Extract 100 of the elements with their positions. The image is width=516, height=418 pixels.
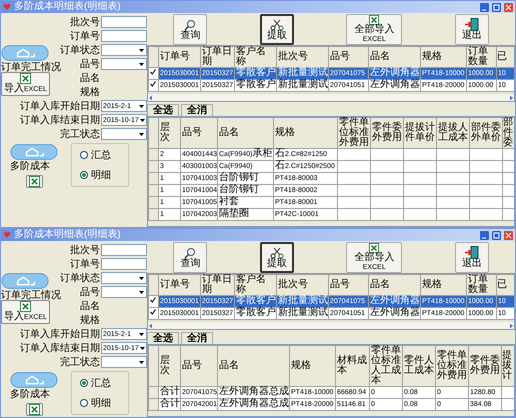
spreadsheet-icon — [20, 301, 31, 312]
check-cell[interactable] — [148, 80, 158, 92]
cloud-house-icon — [10, 143, 58, 161]
column-header: 提拔人工成本 — [436, 118, 470, 148]
table-cell: 新批量测试 — [276, 68, 328, 80]
column-header: 已 — [496, 46, 514, 68]
column-header: 订单日期 — [200, 46, 234, 68]
excel-button[interactable] — [26, 175, 42, 188]
text-field[interactable] — [101, 244, 147, 256]
field-label: 品号 — [80, 286, 101, 299]
spreadsheet-icon — [368, 242, 380, 252]
table-cell: 隔垫圈 — [218, 208, 274, 220]
cloud-button[interactable]: 多阶成本 — [10, 143, 58, 172]
column-header: 规格 — [420, 274, 466, 296]
check-cell[interactable] — [148, 68, 158, 80]
field-label: 订单号 — [70, 30, 101, 43]
search-icon — [184, 18, 196, 30]
toolbar-button[interactable]: 退出 — [454, 14, 489, 44]
spreadsheet-icon — [20, 73, 31, 84]
table-cell: 左外调角器总成 — [218, 386, 290, 398]
column-header: 零件单位标准外费用 — [436, 346, 468, 386]
toolbar-button[interactable]: 提取 — [260, 242, 294, 272]
toolbar-button[interactable]: 退出 — [454, 242, 489, 272]
text-field[interactable] — [101, 30, 147, 42]
select-button[interactable]: 全选 — [147, 332, 179, 344]
radio-option[interactable]: 明细 — [80, 396, 128, 410]
field-label: 订单入库开始日期 — [20, 328, 101, 341]
column-header: 已 — [496, 274, 514, 296]
left-arrow-icon[interactable] — [148, 94, 154, 100]
cloud-house-icon — [1, 44, 49, 62]
table-cell: 零散客户 — [234, 80, 276, 92]
radio-option[interactable]: 明细 — [80, 168, 128, 182]
check-cell[interactable] — [148, 308, 158, 320]
cloud-button[interactable]: 订单完工情况 — [1, 272, 61, 301]
horizontal-scrollbar[interactable] — [148, 93, 514, 101]
table-cell: 零散客户 — [234, 296, 276, 308]
column-header: 订单数量 — [466, 274, 496, 296]
button-label: 订单完工情况 — [1, 62, 61, 73]
text-field[interactable] — [101, 258, 147, 270]
maximize-icon[interactable] — [492, 230, 501, 240]
close-icon[interactable] — [504, 230, 513, 240]
dropdown-field[interactable] — [101, 272, 147, 284]
column-header: 零件人工成本 — [402, 346, 436, 386]
column-header: 规格 — [420, 46, 466, 68]
check-cell[interactable] — [148, 296, 158, 308]
close-icon[interactable] — [504, 2, 513, 12]
column-header: 提拔计件单价 — [404, 118, 436, 148]
column-header: 订单号 — [158, 46, 200, 68]
select-button[interactable]: 全消 — [181, 332, 213, 344]
right-arrow-icon[interactable] — [508, 94, 514, 100]
table-cell: 台阶铆钉 — [218, 172, 274, 184]
minimize-icon[interactable] — [480, 2, 489, 12]
horizontal-scrollbar[interactable] — [148, 321, 514, 329]
text-field[interactable] — [101, 16, 147, 28]
spreadsheet-icon — [368, 14, 380, 24]
column-header: 层次 — [158, 346, 180, 386]
column-header: 品名 — [368, 274, 420, 296]
toolbar-button[interactable]: 查询 — [173, 14, 208, 44]
minimize-icon[interactable] — [480, 230, 489, 240]
cloud-house-icon — [1, 272, 49, 290]
column-header: 零件委外费用 — [370, 118, 404, 148]
select-button[interactable]: 全选 — [147, 104, 179, 116]
dropdown-field[interactable] — [101, 128, 147, 140]
excel-button[interactable] — [26, 403, 42, 416]
column-header: 材料成本 — [336, 346, 370, 386]
table-cell: 左外调角器总成 — [218, 398, 290, 410]
field-label: 订单入库结束日期 — [20, 342, 101, 355]
field-label: 品名 — [80, 72, 101, 85]
column-header: 品号 — [180, 346, 218, 386]
table-cell: 新批量测试 — [276, 80, 328, 92]
toolbar-button[interactable]: 提取 — [260, 14, 294, 44]
window-title: 多阶成本明细表(明细表) — [14, 2, 121, 12]
column-header: 品号 — [328, 274, 368, 296]
exit-door-icon — [464, 18, 479, 31]
column-header: 规格 — [274, 118, 338, 148]
cloud-button[interactable]: 多阶成本 — [10, 371, 58, 400]
field-label: 订单号 — [70, 258, 101, 271]
field-label: 订单状态 — [60, 272, 101, 285]
dropdown-field[interactable] — [101, 44, 147, 56]
table-cell: 新批量测试 — [276, 296, 328, 308]
right-arrow-icon[interactable] — [508, 322, 514, 328]
spreadsheet-icon — [28, 176, 40, 187]
maximize-icon[interactable] — [492, 2, 501, 12]
left-arrow-icon[interactable] — [148, 322, 154, 328]
column-header: 订单数量 — [466, 46, 496, 68]
dropdown-field[interactable] — [101, 58, 147, 70]
dropdown-field[interactable] — [101, 286, 147, 298]
table-cell: 左外调角器 — [368, 68, 420, 80]
column-header: 品号 — [328, 46, 368, 68]
column-header: 零件单位标准人工成本 — [370, 346, 402, 386]
radio-option[interactable]: 汇总 — [80, 148, 128, 162]
exit-door-icon — [464, 246, 479, 259]
column-header: 零件单位标准外费用 — [338, 118, 370, 148]
app-icon — [3, 3, 11, 11]
toolbar-button[interactable]: 查询 — [173, 242, 208, 272]
spreadsheet-icon — [28, 404, 40, 415]
radio-option[interactable]: 汇总 — [80, 376, 128, 390]
cloud-button[interactable]: 订单完工情况 — [1, 44, 61, 73]
dropdown-field[interactable] — [101, 356, 147, 368]
select-button[interactable]: 全消 — [181, 104, 213, 116]
